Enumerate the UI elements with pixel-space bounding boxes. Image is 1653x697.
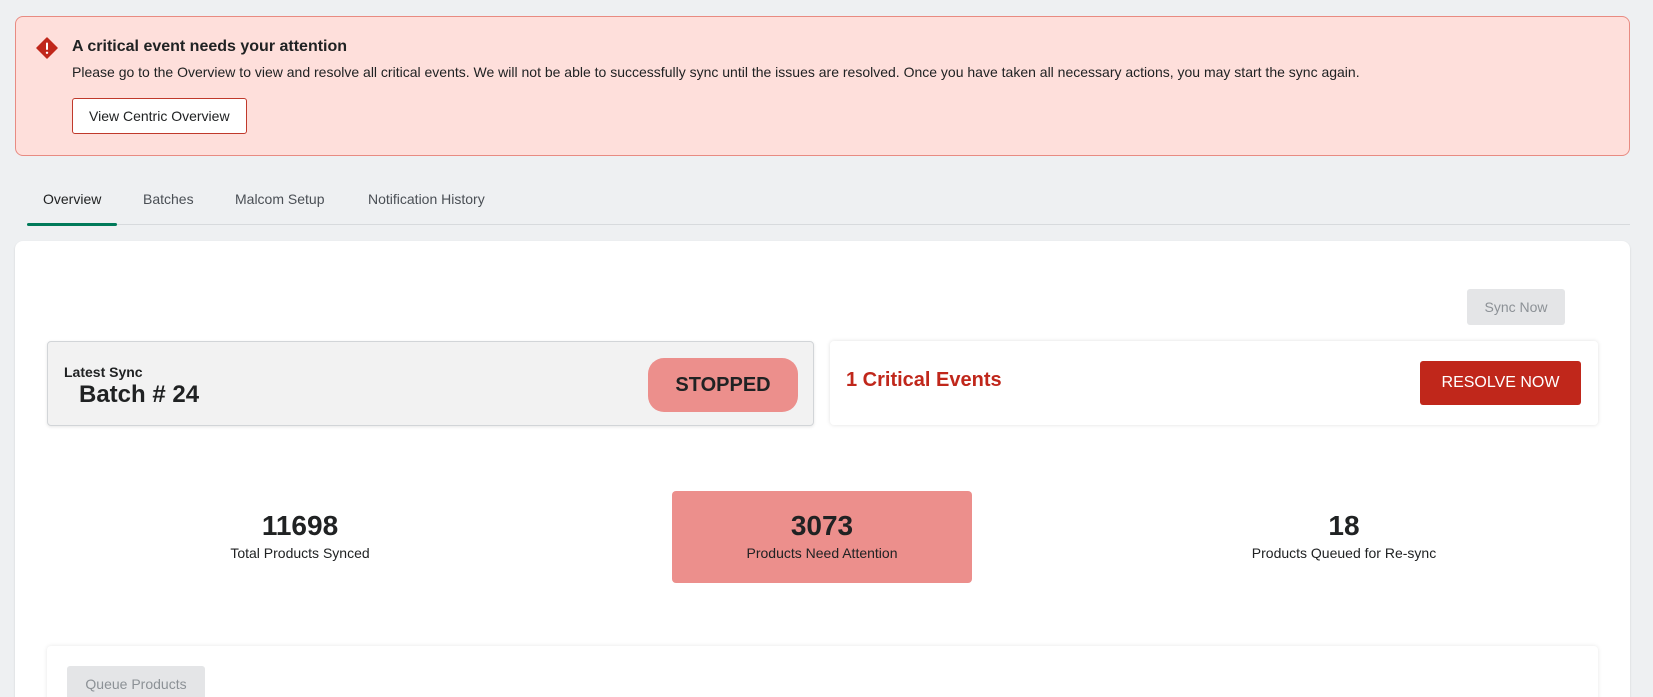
- tab-batches[interactable]: Batches: [143, 180, 194, 225]
- stat-total-synced: 11698 Total Products Synced: [150, 491, 450, 583]
- alert-message: Please go to the Overview to view and re…: [72, 64, 1360, 80]
- sync-status-badge: STOPPED: [648, 358, 798, 412]
- batch-number: Batch # 24: [79, 381, 200, 408]
- warning-diamond-icon: [36, 37, 58, 59]
- stat-label: Products Queued for Re-sync: [1251, 545, 1437, 561]
- stat-need-attention[interactable]: 3073 Products Need Attention: [672, 491, 972, 583]
- tab-malcom-setup[interactable]: Malcom Setup: [235, 180, 324, 225]
- stat-queued-resync: 18 Products Queued for Re-sync: [1194, 491, 1494, 583]
- stat-label: Total Products Synced: [230, 545, 370, 561]
- tab-overview[interactable]: Overview: [26, 180, 118, 226]
- stat-value: 3073: [790, 510, 854, 541]
- resolve-now-button[interactable]: RESOLVE NOW: [1420, 361, 1581, 405]
- page: A critical event needs your attention Pl…: [0, 0, 1653, 697]
- alert-title: A critical event needs your attention: [72, 38, 348, 55]
- critical-events-count: 1 Critical Events: [846, 369, 1002, 391]
- critical-events-panel: 1 Critical Events RESOLVE NOW: [830, 341, 1598, 425]
- stat-value: 11698: [261, 510, 339, 541]
- tab-bar: Overview Batches Malcom Setup Notificati…: [26, 180, 1630, 226]
- critical-alert-banner: A critical event needs your attention Pl…: [15, 16, 1630, 156]
- tab-notification-history[interactable]: Notification History: [368, 180, 485, 225]
- stat-value: 18: [1328, 510, 1360, 541]
- latest-sync-panel: Latest Sync Batch # 24 STOPPED: [47, 341, 814, 426]
- sync-now-button[interactable]: Sync Now: [1467, 289, 1565, 325]
- queue-panel: Queue Products: [47, 646, 1598, 697]
- overview-card: Sync Now Latest Sync Batch # 24 STOPPED …: [15, 241, 1630, 697]
- queue-products-button[interactable]: Queue Products: [67, 666, 205, 697]
- latest-sync-label: Latest Sync: [64, 364, 143, 380]
- view-overview-button[interactable]: View Centric Overview: [72, 98, 247, 134]
- stat-label: Products Need Attention: [746, 545, 898, 561]
